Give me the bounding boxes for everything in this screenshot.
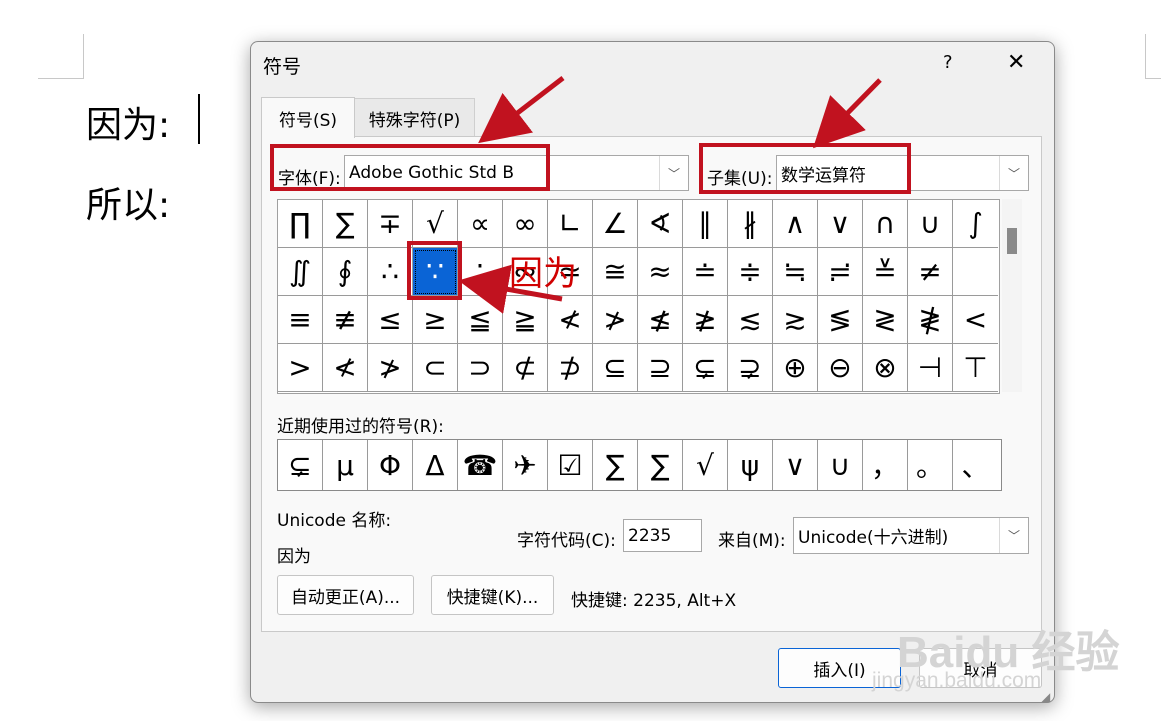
arrow-to-font: [478, 76, 565, 144]
annotation-arrows: [458, 76, 882, 314]
arrow-to-symbol: [458, 264, 563, 314]
arrow-to-subset: [812, 78, 882, 149]
tab-symbols[interactable]: 符号(S): [261, 97, 355, 138]
watermark-url: jingyan.baidu.com: [872, 669, 1042, 692]
